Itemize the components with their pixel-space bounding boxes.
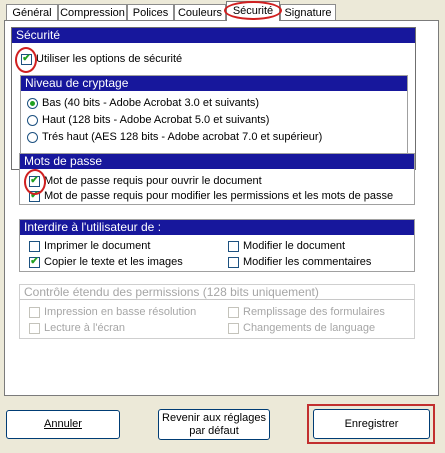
cancel-button[interactable]: Annuler xyxy=(6,410,120,439)
reset-defaults-line2: par défaut xyxy=(189,424,239,437)
restriction-comments[interactable]: Modifier les commentaires xyxy=(228,255,371,269)
passwords-group: Mots de passe ✔ Mot de passe requis pour… xyxy=(19,153,415,205)
extended-permissions-group: Contrôle étendu des permissions (128 bit… xyxy=(19,284,415,339)
restriction-modify-checkbox[interactable] xyxy=(228,240,239,252)
reset-defaults-line1: Revenir aux réglages xyxy=(162,411,266,424)
security-panel: Sécurité ✔ Utiliser les options de sécur… xyxy=(4,20,439,396)
extended-language-change-label: Changements de language xyxy=(243,322,376,334)
restriction-print[interactable]: Imprimer le document xyxy=(29,239,150,253)
restriction-modify-label: Modifier le document xyxy=(243,240,346,252)
encryption-group: Niveau de cryptage Bas (40 bits - Adobe … xyxy=(20,75,408,162)
tab-securite[interactable]: Sécurité xyxy=(224,1,282,21)
extended-form-fill-label: Remplissage des formulaires xyxy=(243,306,385,318)
restriction-comments-label: Modifier les commentaires xyxy=(243,256,372,268)
password-open-checkbox[interactable]: ✔ xyxy=(29,175,40,187)
extended-screen-reader: Lecture à l'écran xyxy=(29,321,125,335)
restriction-modify[interactable]: Modifier le document xyxy=(228,239,345,253)
extended-language-change: Changements de language xyxy=(228,321,375,335)
extended-low-res-print: Impression en basse résolution xyxy=(29,305,196,319)
extended-permissions-title: Contrôle étendu des permissions (128 bit… xyxy=(20,285,414,300)
tab-couleurs[interactable]: Couleurs xyxy=(174,4,226,20)
tab-polices[interactable]: Polices xyxy=(127,4,174,20)
restriction-copy-checkbox[interactable]: ✔ xyxy=(29,256,40,268)
extended-screen-reader-label: Lecture à l'écran xyxy=(44,322,125,334)
restriction-copy[interactable]: ✔ Copier le texte et les images xyxy=(29,255,183,269)
extended-language-change-checkbox xyxy=(228,322,239,334)
tab-securite-label: Sécurité xyxy=(232,5,274,17)
password-open-option[interactable]: ✔ Mot de passe requis pour ouvrir le doc… xyxy=(29,174,262,188)
extended-low-res-print-checkbox xyxy=(29,306,40,318)
password-permissions-checkbox[interactable]: ✔ xyxy=(29,190,40,202)
tab-bar: Général Compression Polices Couleurs Séc… xyxy=(4,0,441,22)
tab-signature[interactable]: Signature xyxy=(280,4,336,20)
passwords-group-title: Mots de passe xyxy=(20,154,414,169)
extended-screen-reader-checkbox xyxy=(29,322,40,334)
restriction-copy-label: Copier le texte et les images xyxy=(44,256,183,268)
security-group-title: Sécurité xyxy=(12,28,415,43)
tab-compression[interactable]: Compression xyxy=(58,4,127,20)
cancel-button-label: Annuler xyxy=(44,418,82,430)
use-security-label: Utiliser les options de sécurité xyxy=(36,53,183,65)
encryption-option-low[interactable]: Bas (40 bits - Adobe Acrobat 3.0 et suiv… xyxy=(27,96,259,110)
extended-form-fill: Remplissage des formulaires xyxy=(228,305,385,319)
encryption-group-title: Niveau de cryptage xyxy=(21,76,407,91)
restriction-print-checkbox[interactable] xyxy=(29,240,40,252)
save-button[interactable]: Enregistrer xyxy=(313,409,430,439)
reset-defaults-button[interactable]: Revenir aux réglages par défaut xyxy=(158,409,270,440)
tab-general[interactable]: Général xyxy=(6,4,58,20)
encryption-option-very-high[interactable]: Trés haut (AES 128 bits - Adobe acrobat … xyxy=(27,130,322,144)
encryption-option-high[interactable]: Haut (128 bits - Adobe Acrobat 5.0 et su… xyxy=(27,113,269,127)
extended-form-fill-checkbox xyxy=(228,306,239,318)
restriction-comments-checkbox[interactable] xyxy=(228,256,239,268)
radio-very-high[interactable] xyxy=(27,131,38,143)
restrictions-group: Interdire à l'utilisateur de : Imprimer … xyxy=(19,219,415,272)
radio-high[interactable] xyxy=(27,114,38,126)
security-group: Sécurité ✔ Utiliser les options de sécur… xyxy=(11,27,416,170)
radio-low[interactable] xyxy=(27,97,38,109)
password-permissions-option[interactable]: ✔ Mot de passe requis pour modifier les … xyxy=(29,189,393,203)
use-security-checkbox[interactable]: ✔ xyxy=(21,53,32,65)
save-button-label: Enregistrer xyxy=(344,417,399,430)
encryption-low-label: Bas (40 bits - Adobe Acrobat 3.0 et suiv… xyxy=(42,97,260,109)
encryption-very-high-label: Trés haut (AES 128 bits - Adobe acrobat … xyxy=(42,131,323,143)
extended-low-res-print-label: Impression en basse résolution xyxy=(44,306,197,318)
restrictions-group-title: Interdire à l'utilisateur de : xyxy=(20,220,414,235)
use-security-option[interactable]: ✔ Utiliser les options de sécurité xyxy=(21,52,182,66)
encryption-high-label: Haut (128 bits - Adobe Acrobat 5.0 et su… xyxy=(42,114,270,126)
password-open-label: Mot de passe requis pour ouvrir le docum… xyxy=(44,175,262,187)
restriction-print-label: Imprimer le document xyxy=(44,240,151,252)
password-permissions-label: Mot de passe requis pour modifier les pe… xyxy=(44,190,394,202)
